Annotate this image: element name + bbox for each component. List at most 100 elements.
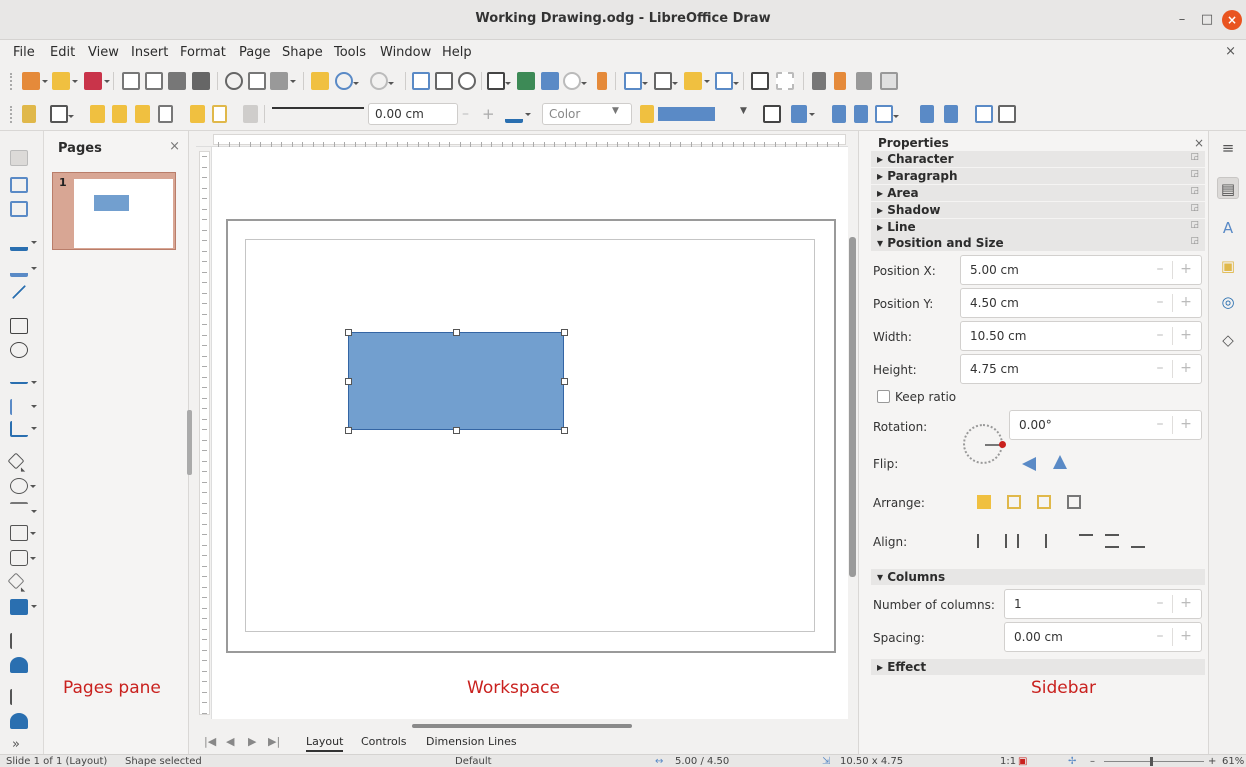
- toggle-points-icon[interactable]: [10, 633, 28, 649]
- close-pages-pane-icon[interactable]: ×: [169, 139, 180, 154]
- toggle-extrusion-icon[interactable]: [10, 657, 28, 673]
- textbox-icon[interactable]: [541, 72, 559, 90]
- flip-vertical-icon[interactable]: [1022, 457, 1036, 471]
- shadow-toggle-icon[interactable]: [763, 105, 781, 123]
- send-to-back-icon[interactable]: [1067, 495, 1081, 509]
- decrement-button[interactable]: –: [1150, 360, 1170, 378]
- redo-icon[interactable]: [370, 72, 394, 90]
- section-columns[interactable]: ▾ Columns: [871, 569, 1205, 585]
- tab-nav-prev-icon[interactable]: ◀: [226, 735, 234, 748]
- master-page-status[interactable]: Default: [455, 756, 492, 767]
- resize-handle[interactable]: [345, 378, 352, 385]
- line-width-decrement[interactable]: –: [462, 106, 469, 122]
- clone-formatting-icon[interactable]: [311, 72, 329, 90]
- align-left-object-icon[interactable]: [50, 105, 74, 123]
- glue-points-icon[interactable]: [975, 105, 993, 123]
- connector-icon[interactable]: [10, 421, 37, 437]
- menu-insert[interactable]: Insert: [131, 45, 168, 60]
- 3d-objects-icon[interactable]: [10, 599, 37, 615]
- zoom-in-icon[interactable]: +: [1208, 756, 1216, 767]
- menu-edit[interactable]: Edit: [50, 45, 75, 60]
- navigator-deck-icon[interactable]: ◎: [1217, 291, 1239, 313]
- curve-icon[interactable]: [10, 399, 37, 415]
- arrow-line-icon[interactable]: [10, 375, 37, 384]
- position-y-field[interactable]: 4.50 cm – +: [960, 288, 1202, 318]
- keep-ratio-checkbox[interactable]: [877, 390, 890, 403]
- callouts-icon[interactable]: [10, 550, 36, 566]
- spacing-field[interactable]: 0.00 cm – +: [1004, 622, 1202, 652]
- more-options-icon[interactable]: ◲: [1190, 203, 1199, 213]
- decrement-button[interactable]: –: [1150, 294, 1170, 312]
- ellipse-icon[interactable]: [10, 342, 28, 358]
- toolbar-grip[interactable]: [10, 73, 13, 90]
- paste-icon[interactable]: [270, 72, 296, 90]
- section-paragraph[interactable]: ▸ Paragraph ◲: [871, 168, 1205, 184]
- menu-tools[interactable]: Tools: [334, 45, 366, 60]
- shapes-deck-icon[interactable]: ◇: [1217, 329, 1239, 351]
- menu-file[interactable]: File: [13, 45, 35, 60]
- window-close-button[interactable]: ×: [1222, 10, 1242, 30]
- selected-rectangle-shape[interactable]: [348, 332, 564, 430]
- toggle-extrusion-icon[interactable]: [856, 72, 872, 90]
- in-front-of-object-icon[interactable]: [190, 105, 205, 123]
- increment-button[interactable]: +: [1176, 294, 1196, 312]
- send-to-back-icon[interactable]: [158, 105, 173, 123]
- increment-button[interactable]: +: [1176, 416, 1196, 434]
- tab-nav-next-icon[interactable]: ▶: [248, 735, 256, 748]
- fill-color-icon[interactable]: [640, 105, 654, 123]
- bring-forward-icon[interactable]: [1007, 495, 1021, 509]
- align-middle-icon[interactable]: [1105, 534, 1119, 548]
- basic-shapes-icon[interactable]: [7, 452, 25, 470]
- align-bottom-icon[interactable]: [1131, 534, 1145, 548]
- position-x-field[interactable]: 5.00 cm – +: [960, 255, 1202, 285]
- transformations-icon[interactable]: [875, 105, 899, 123]
- decrement-button[interactable]: –: [1150, 327, 1170, 345]
- symbol-shapes-icon[interactable]: [10, 478, 36, 494]
- resize-handle[interactable]: [561, 378, 568, 385]
- section-character[interactable]: ▸ Character ◲: [871, 151, 1205, 167]
- close-document-icon[interactable]: ×: [1225, 44, 1236, 59]
- new-document-icon[interactable]: [22, 72, 48, 90]
- menu-view[interactable]: View: [88, 45, 119, 60]
- toggle-extrusion-icon[interactable]: [10, 713, 28, 729]
- export-pdf-icon[interactable]: [145, 72, 163, 90]
- open-folder-icon[interactable]: [52, 72, 78, 90]
- print-preview-icon[interactable]: [168, 72, 186, 90]
- gallery-deck-icon[interactable]: ▣: [1217, 255, 1239, 277]
- resize-handle[interactable]: [561, 427, 568, 434]
- line-icon[interactable]: [11, 284, 27, 300]
- fill-color-swatch[interactable]: [658, 107, 715, 121]
- fontwork-icon[interactable]: [597, 72, 607, 90]
- close-sidebar-icon[interactable]: ×: [1194, 136, 1204, 150]
- more-options-icon[interactable]: ◲: [1190, 169, 1199, 179]
- grid-icon[interactable]: [412, 72, 430, 90]
- crop-image-icon[interactable]: [998, 105, 1016, 123]
- section-position-size[interactable]: ▾ Position and Size ◲: [871, 235, 1205, 251]
- horizontal-ruler[interactable]: [196, 131, 848, 147]
- flip-horizontal-icon[interactable]: [854, 105, 868, 123]
- section-area[interactable]: ▸ Area ◲: [871, 185, 1205, 201]
- scrollbar-thumb[interactable]: [849, 237, 856, 577]
- sidebar-menu-icon[interactable]: ≡: [1217, 137, 1239, 159]
- align-right-icon[interactable]: [1033, 534, 1047, 548]
- save-icon[interactable]: [84, 72, 110, 90]
- bring-to-front-icon[interactable]: [90, 105, 105, 123]
- resize-handle[interactable]: [561, 329, 568, 336]
- tab-nav-last-icon[interactable]: ▶|: [268, 735, 280, 748]
- section-effect[interactable]: ▸ Effect: [871, 659, 1205, 675]
- chevron-down-icon[interactable]: ▼: [740, 106, 747, 116]
- increment-button[interactable]: +: [1176, 595, 1196, 613]
- more-tools-icon[interactable]: »: [12, 737, 20, 752]
- tab-controls[interactable]: Controls: [361, 735, 407, 748]
- menu-window[interactable]: Window: [380, 45, 431, 60]
- export-icon[interactable]: [122, 72, 140, 90]
- more-options-icon[interactable]: ◲: [1190, 152, 1199, 162]
- bring-to-front-icon[interactable]: [977, 495, 991, 509]
- vertical-scrollbar[interactable]: [848, 131, 858, 734]
- toolbar-grip[interactable]: [10, 106, 13, 123]
- number-of-columns-field[interactable]: 1 – +: [1004, 589, 1202, 619]
- fontwork-text-icon[interactable]: [10, 201, 28, 217]
- section-shadow[interactable]: ▸ Shadow ◲: [871, 202, 1205, 218]
- distribute-icon[interactable]: [715, 72, 739, 90]
- bring-forward-icon[interactable]: [112, 105, 127, 123]
